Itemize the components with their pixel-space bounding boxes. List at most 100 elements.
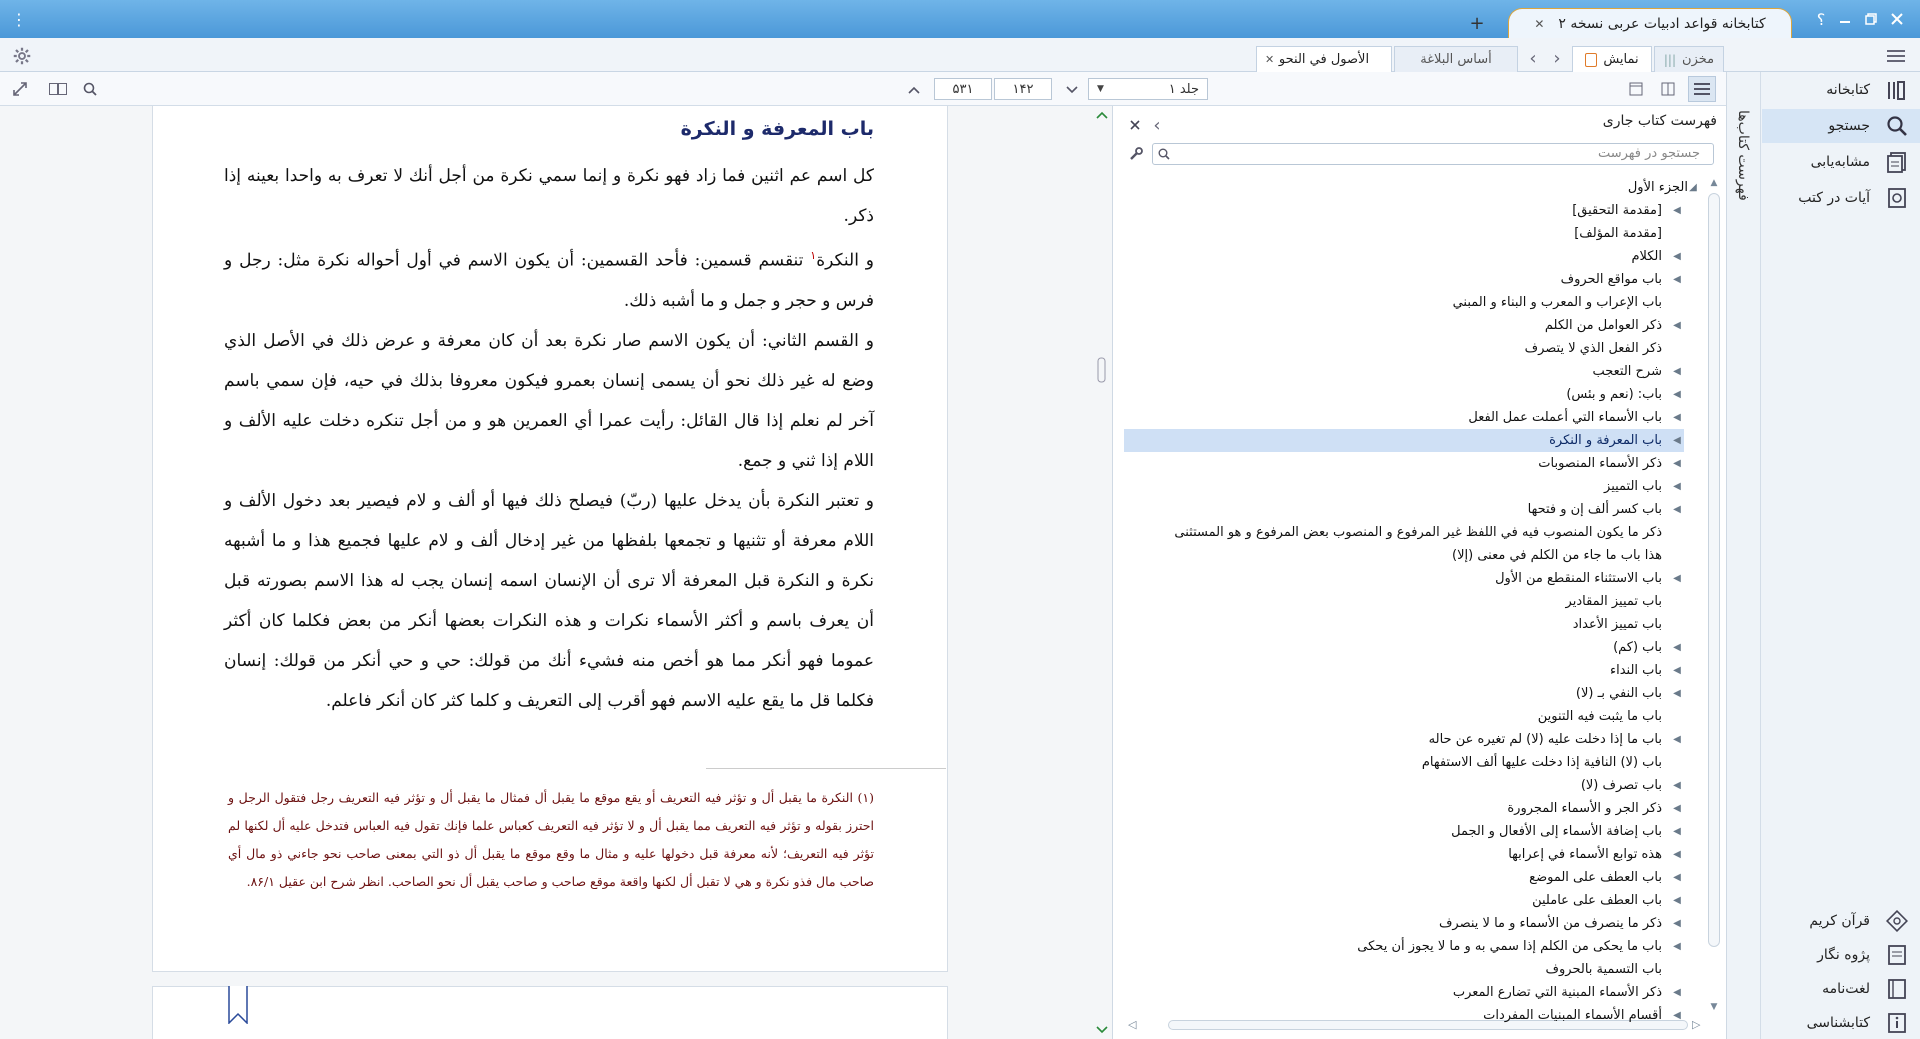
toc-item[interactable]: [مقدمة المؤلف]: [1574, 222, 1662, 245]
tab-asas-al-balagha[interactable]: أساس البلاغة: [1394, 46, 1518, 72]
toc-item[interactable]: هذه توابع الأسماء في إعرابها: [1508, 843, 1662, 866]
tree-expand-icon[interactable]: ◀: [1670, 866, 1684, 889]
app-menu-icon[interactable]: ⋮: [6, 6, 32, 32]
toc-scroll-down-icon[interactable]: ▼: [1708, 1002, 1720, 1012]
toc-item[interactable]: ذكر الجر و الأسماء المجرورة: [1507, 797, 1662, 820]
close-tab-icon[interactable]: ✕: [1265, 53, 1274, 66]
toc-scroll-up-icon[interactable]: ▲: [1708, 178, 1720, 188]
tab-scroll-left-icon[interactable]: ‹: [1522, 46, 1544, 70]
tree-expand-icon[interactable]: ◀: [1670, 728, 1684, 751]
tree-expand-icon[interactable]: ◀: [1670, 889, 1684, 912]
toc-item[interactable]: باب الإعراب و المعرب و البناء و المبني: [1453, 291, 1662, 314]
search-in-page-icon[interactable]: [78, 78, 102, 100]
tree-expand-icon[interactable]: ◀: [1670, 659, 1684, 682]
close-window-icon[interactable]: [1884, 6, 1910, 32]
tree-expand-icon[interactable]: ◀: [1670, 383, 1684, 406]
sidebar-item[interactable]: جستجو: [1762, 109, 1920, 143]
display-mode-button[interactable]: نمایش: [1572, 46, 1652, 72]
tree-expand-icon[interactable]: ◀: [1670, 360, 1684, 383]
bookmark-icon[interactable]: [228, 986, 248, 1025]
toc-item[interactable]: باب كسر ألف إن و فتحها: [1528, 498, 1662, 521]
tab-scroll-right-icon[interactable]: ›: [1546, 46, 1568, 70]
toc-item[interactable]: باب مواقع الحروف: [1561, 268, 1662, 291]
tree-expand-icon[interactable]: ◀: [1670, 268, 1684, 291]
toc-item[interactable]: باب التسمية بالحروف: [1546, 958, 1662, 981]
toc-item[interactable]: ذكر الفعل الذي لا يتصرف: [1525, 337, 1662, 360]
list-view-icon[interactable]: [1688, 76, 1716, 102]
toc-item[interactable]: باب: (نعم و بئس): [1566, 383, 1662, 406]
toc-item[interactable]: باب الأسماء التي أعملت عمل الفعل: [1468, 406, 1662, 429]
close-panel-icon[interactable]: [1126, 116, 1144, 134]
toc-item[interactable]: شرح التعجب: [1592, 360, 1662, 383]
tree-expand-icon[interactable]: ◀: [1670, 912, 1684, 935]
sidebar-item[interactable]: کتابشناسی: [1762, 1006, 1920, 1039]
book-view-icon[interactable]: [1656, 78, 1680, 100]
toc-item[interactable]: باب ما يثبت فيه التنوين: [1538, 705, 1662, 728]
page-down-icon[interactable]: [1062, 80, 1082, 100]
tree-collapse-icon[interactable]: ◢: [1686, 176, 1700, 199]
dual-page-icon[interactable]: [46, 78, 70, 100]
sidebar-item[interactable]: مشابه‌یابی: [1762, 145, 1920, 179]
minimize-icon[interactable]: [1832, 6, 1858, 32]
tree-expand-icon[interactable]: ◀: [1670, 498, 1684, 521]
help-button[interactable]: ؟: [1808, 6, 1834, 32]
tab-usul-fi-nahw[interactable]: الأصول في النحو ✕: [1256, 46, 1392, 72]
toc-item[interactable]: الكلام: [1631, 245, 1662, 268]
tree-expand-icon[interactable]: ◀: [1670, 452, 1684, 475]
tree-expand-icon[interactable]: ◀: [1670, 199, 1684, 222]
sidebar-item[interactable]: آیات در کتب: [1762, 181, 1920, 215]
toc-item[interactable]: باب ما يحكى من الكلم إذا سمي به و ما لا …: [1357, 935, 1662, 958]
sidebar-item[interactable]: لغت‌نامه: [1762, 972, 1920, 1006]
toc-item[interactable]: ذكر ما ينصرف من الأسماء و ما لا ينصرف: [1439, 912, 1662, 935]
restore-icon[interactable]: [1858, 6, 1884, 32]
tree-expand-icon[interactable]: ◀: [1670, 245, 1684, 268]
store-mode-button[interactable]: مخزن |||: [1654, 46, 1724, 72]
toc-item[interactable]: ذكر ما يكون المنصوب فيه في اللفظ غير الم…: [1174, 521, 1662, 544]
hamburger-menu-icon[interactable]: [1882, 42, 1910, 70]
wrench-icon[interactable]: [1126, 144, 1146, 164]
tree-expand-icon[interactable]: ◀: [1670, 797, 1684, 820]
toc-item[interactable]: باب (لا) النافية إذا دخلت عليها ألف الاس…: [1422, 751, 1662, 774]
toc-item[interactable]: باب (كم): [1613, 636, 1662, 659]
toc-item[interactable]: باب النداء: [1610, 659, 1662, 682]
sidebar-item[interactable]: پژوه نگار: [1762, 938, 1920, 972]
close-tab-icon[interactable]: ✕: [1534, 17, 1544, 31]
single-page-view-icon[interactable]: [1624, 78, 1648, 100]
volume-select[interactable]: جلد ۱ ▼: [1088, 78, 1208, 100]
tree-expand-icon[interactable]: ◀: [1670, 314, 1684, 337]
toc-item[interactable]: باب تصرف (لا): [1581, 774, 1662, 797]
window-title-tab[interactable]: کتابخانه قواعد ادبیات عربی نسخه ۲ ✕: [1508, 8, 1792, 38]
toc-item[interactable]: باب تمييز الأعداد: [1573, 613, 1662, 636]
tree-expand-icon[interactable]: ◀: [1670, 567, 1684, 590]
page-number-input[interactable]: ۱۴۲: [994, 78, 1052, 100]
tree-expand-icon[interactable]: ◀: [1670, 774, 1684, 797]
settings-gear-icon[interactable]: [10, 44, 34, 68]
tree-expand-icon[interactable]: ◀: [1670, 636, 1684, 659]
sidebar-item[interactable]: قرآن کریم: [1762, 904, 1920, 938]
add-tab-button[interactable]: +: [1464, 10, 1490, 36]
tree-expand-icon[interactable]: ◀: [1670, 820, 1684, 843]
panel-back-icon[interactable]: ‹: [1148, 114, 1166, 136]
toc-scrollbar[interactable]: [1708, 193, 1720, 947]
toc-item-selected[interactable]: باب المعرفة و النكرة: [1549, 429, 1662, 452]
tree-expand-icon[interactable]: ◀: [1670, 682, 1684, 705]
toc-item[interactable]: ذكر العوامل من الكلم: [1545, 314, 1662, 337]
toc-scroll-right-icon[interactable]: ▷: [1692, 1018, 1700, 1031]
tree-expand-icon[interactable]: ◀: [1670, 843, 1684, 866]
reader-scrollbar[interactable]: [1094, 110, 1110, 1039]
toc-item[interactable]: باب النفي بـ (لا): [1576, 682, 1662, 705]
toc-item[interactable]: باب تمييز المقادير: [1566, 590, 1662, 613]
toc-item[interactable]: باب إضافة الأسماء إلى الأفعال و الجمل: [1451, 820, 1662, 843]
toc-item[interactable]: [مقدمة التحقيق]: [1572, 199, 1662, 222]
tree-expand-icon[interactable]: ◀: [1670, 1004, 1684, 1027]
sidebar-item[interactable]: کتابخانه: [1762, 73, 1920, 107]
toc-scroll-left-icon[interactable]: ◁: [1128, 1018, 1136, 1031]
tree-expand-icon[interactable]: ◀: [1670, 406, 1684, 429]
toc-item[interactable]: باب الاستثناء المنقطع من الأول: [1495, 567, 1662, 590]
toc-item[interactable]: ذكر الأسماء المبنية التي تضارع المعرب: [1453, 981, 1662, 1004]
toc-item[interactable]: باب العطف على عاملين: [1532, 889, 1662, 912]
tree-expand-icon[interactable]: ◀: [1670, 475, 1684, 498]
tree-expand-icon[interactable]: ◀: [1670, 935, 1684, 958]
books-toc-vertical-tab[interactable]: فهرست کتاب‌ها: [1728, 110, 1758, 220]
toc-item[interactable]: أقسام الأسماء المبنيات المفردات: [1483, 1004, 1662, 1027]
